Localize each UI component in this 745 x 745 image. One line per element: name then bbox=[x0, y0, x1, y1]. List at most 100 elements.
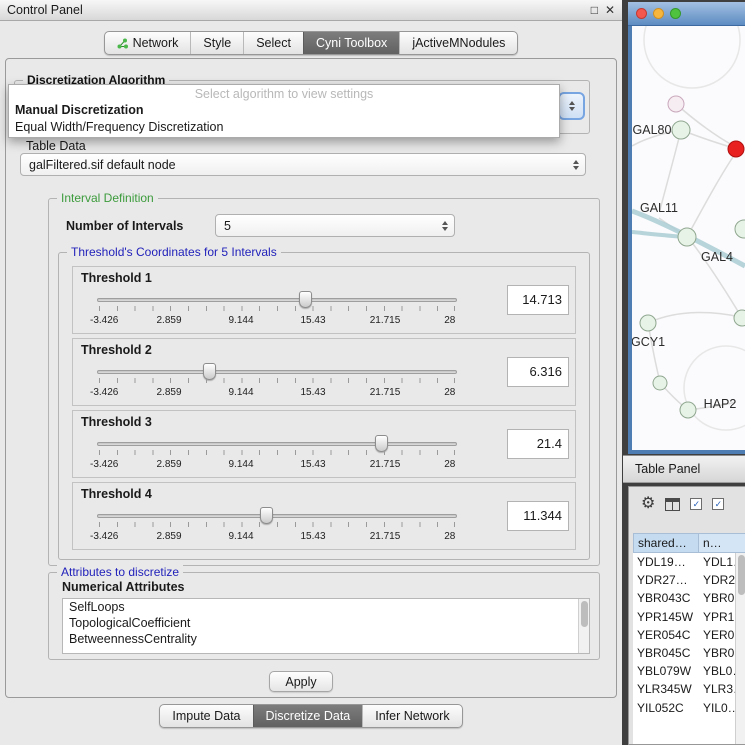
table-row[interactable]: YBL079WYBL0… bbox=[633, 662, 745, 680]
num-intervals-label: Number of Intervals bbox=[66, 219, 183, 233]
slider-track[interactable] bbox=[97, 370, 457, 374]
num-intervals-value: 5 bbox=[216, 219, 438, 233]
menu-item-manual-discretization[interactable]: Manual Discretization bbox=[9, 102, 559, 119]
table-row[interactable]: YER054CYER0… bbox=[633, 626, 745, 644]
slider-ticks bbox=[99, 450, 455, 455]
control-panel-titlebar[interactable]: Control Panel □ ✕ bbox=[0, 0, 622, 21]
numerical-attributes-label: Numerical Attributes bbox=[62, 580, 184, 594]
tab-label: Discretize Data bbox=[266, 709, 351, 723]
threshold-2-value-field[interactable]: 6.316 bbox=[507, 357, 569, 387]
network-view-window: GAL80 GAL11 GAL4 GCY1 HAP2 bbox=[628, 2, 745, 454]
threshold-4-slider[interactable]: -3.4262.8599.14415.4321.71528 bbox=[97, 505, 457, 543]
tab-select[interactable]: Select bbox=[243, 32, 303, 54]
menu-item-equal-width-frequency[interactable]: Equal Width/Frequency Discretization bbox=[9, 119, 559, 136]
apply-button[interactable]: Apply bbox=[269, 671, 333, 692]
gear-icon[interactable]: ⚙ bbox=[641, 496, 655, 512]
slider-track[interactable] bbox=[97, 514, 457, 518]
node-label: GAL80 bbox=[633, 123, 672, 137]
threshold-4-panel: Threshold 4 -3.4262.8599.14415.4321.7152… bbox=[72, 482, 576, 550]
list-item[interactable]: SelfLoops bbox=[63, 599, 589, 615]
table-scrollbar[interactable] bbox=[735, 553, 745, 744]
zoom-button[interactable] bbox=[670, 8, 681, 19]
node[interactable] bbox=[668, 96, 684, 112]
node-gcy1[interactable] bbox=[640, 315, 656, 331]
column-header[interactable]: n… bbox=[699, 533, 745, 553]
bottom-tab-bar: Impute Data Discretize Data Infer Networ… bbox=[0, 704, 622, 728]
table-data-label: Table Data bbox=[26, 139, 86, 153]
dropdown-prompt: Select algorithm to view settings bbox=[9, 85, 559, 102]
threshold-3-value-field[interactable]: 21.4 bbox=[507, 429, 569, 459]
table-row[interactable]: YBR043CYBR0… bbox=[633, 589, 745, 607]
slider-scale: -3.4262.8599.14415.4321.71528 bbox=[97, 315, 457, 327]
table-toolbar: ⚙ ✓ ✓ bbox=[629, 487, 745, 521]
num-intervals-combo[interactable]: 5 bbox=[215, 214, 455, 237]
float-window-icon[interactable]: □ bbox=[591, 3, 598, 17]
checkbox-icon[interactable]: ✓ bbox=[712, 498, 724, 510]
tab-discretize-data[interactable]: Discretize Data bbox=[253, 705, 363, 727]
tab-network[interactable]: Network bbox=[105, 32, 191, 54]
node[interactable] bbox=[735, 220, 745, 238]
tab-label: Cyni Toolbox bbox=[316, 36, 387, 50]
group-title: Attributes to discretize bbox=[57, 565, 183, 580]
algorithm-combo-button[interactable] bbox=[558, 92, 585, 120]
node-label: HAP2 bbox=[704, 397, 737, 411]
table-data-combo[interactable]: galFiltered.sif default node bbox=[20, 153, 586, 176]
list-scrollbar[interactable] bbox=[578, 599, 589, 653]
threshold-1-slider[interactable]: -3.4262.8599.14415.4321.71528 bbox=[97, 289, 457, 327]
select-all-checkbox-icon[interactable]: ✓ bbox=[690, 498, 702, 510]
combo-down-arrow-icon bbox=[569, 107, 575, 111]
node-label: GAL11 bbox=[640, 201, 678, 215]
table-row[interactable]: YDR27…YDR2… bbox=[633, 571, 745, 589]
column-header[interactable]: shared… bbox=[633, 533, 699, 553]
list-item[interactable]: BetweennessCentrality bbox=[63, 631, 589, 647]
slider-scale: -3.4262.8599.14415.4321.71528 bbox=[97, 387, 457, 399]
node[interactable] bbox=[653, 376, 667, 390]
threshold-1-panel: Threshold 1 -3.4262.8599.14415.4321.7152… bbox=[72, 266, 576, 334]
threshold-4-value-field[interactable]: 11.344 bbox=[507, 501, 569, 531]
tab-label: Infer Network bbox=[375, 709, 449, 723]
table-panel-window: ⚙ ✓ ✓ shared… n… YDL19…YDL1… YDR27…YDR2…… bbox=[628, 486, 745, 745]
tab-jactivemnodules[interactable]: jActiveMNodules bbox=[399, 32, 517, 54]
node-table: shared… n… YDL19…YDL1… YDR27…YDR2… YBR04… bbox=[633, 533, 745, 744]
table-panel-title: Table Panel bbox=[635, 462, 700, 476]
network-canvas[interactable]: GAL80 GAL11 GAL4 GCY1 HAP2 bbox=[632, 26, 745, 450]
combo-up-arrow-icon bbox=[569, 101, 575, 105]
threshold-2-panel: Threshold 2 -3.4262.8599.14415.4321.7152… bbox=[72, 338, 576, 406]
tab-label: Impute Data bbox=[172, 709, 240, 723]
tab-impute-data[interactable]: Impute Data bbox=[160, 705, 252, 727]
table-row[interactable]: YIL052CYIL0… bbox=[633, 699, 745, 717]
tab-cyni-toolbox[interactable]: Cyni Toolbox bbox=[303, 32, 399, 54]
tab-infer-network[interactable]: Infer Network bbox=[362, 705, 461, 727]
table-row[interactable]: YDL19…YDL1… bbox=[633, 553, 745, 571]
slider-track[interactable] bbox=[97, 298, 457, 302]
network-window-titlebar[interactable] bbox=[628, 2, 745, 26]
close-window-icon[interactable]: ✕ bbox=[605, 3, 615, 17]
list-item[interactable]: TopologicalCoefficient bbox=[63, 615, 589, 631]
columns-icon[interactable] bbox=[665, 498, 680, 511]
combo-arrows-icon bbox=[438, 221, 454, 231]
tab-label: jActiveMNodules bbox=[412, 36, 505, 50]
threshold-1-value-field[interactable]: 14.713 bbox=[507, 285, 569, 315]
minimize-button[interactable] bbox=[653, 8, 664, 19]
table-row[interactable]: YLR345WYLR3… bbox=[633, 680, 745, 698]
threshold-3-slider[interactable]: -3.4262.8599.14415.4321.71528 bbox=[97, 433, 457, 471]
table-data-combo-value: galFiltered.sif default node bbox=[21, 158, 569, 172]
table-row[interactable]: YBR045CYBR0… bbox=[633, 644, 745, 662]
tab-label: Select bbox=[256, 36, 291, 50]
network-icon bbox=[117, 38, 128, 49]
node-hap2[interactable] bbox=[680, 402, 696, 418]
tab-style[interactable]: Style bbox=[190, 32, 243, 54]
close-button[interactable] bbox=[636, 8, 647, 19]
slider-track[interactable] bbox=[97, 442, 457, 446]
node[interactable] bbox=[734, 310, 745, 326]
slider-ticks bbox=[99, 522, 455, 527]
table-row[interactable]: YPR145WYPR1… bbox=[633, 608, 745, 626]
node-gal80[interactable] bbox=[672, 121, 690, 139]
top-tab-bar: Network Style Select Cyni Toolbox jActiv… bbox=[0, 31, 622, 55]
node-gal11[interactable] bbox=[678, 228, 696, 246]
table-panel-header: Table Panel bbox=[623, 455, 745, 483]
algorithm-dropdown-popup: Select algorithm to view settings Manual… bbox=[8, 84, 560, 138]
threshold-3-panel: Threshold 3 -3.4262.8599.14415.4321.7152… bbox=[72, 410, 576, 478]
node-selected-red[interactable] bbox=[728, 141, 744, 157]
threshold-2-slider[interactable]: -3.4262.8599.14415.4321.71528 bbox=[97, 361, 457, 399]
